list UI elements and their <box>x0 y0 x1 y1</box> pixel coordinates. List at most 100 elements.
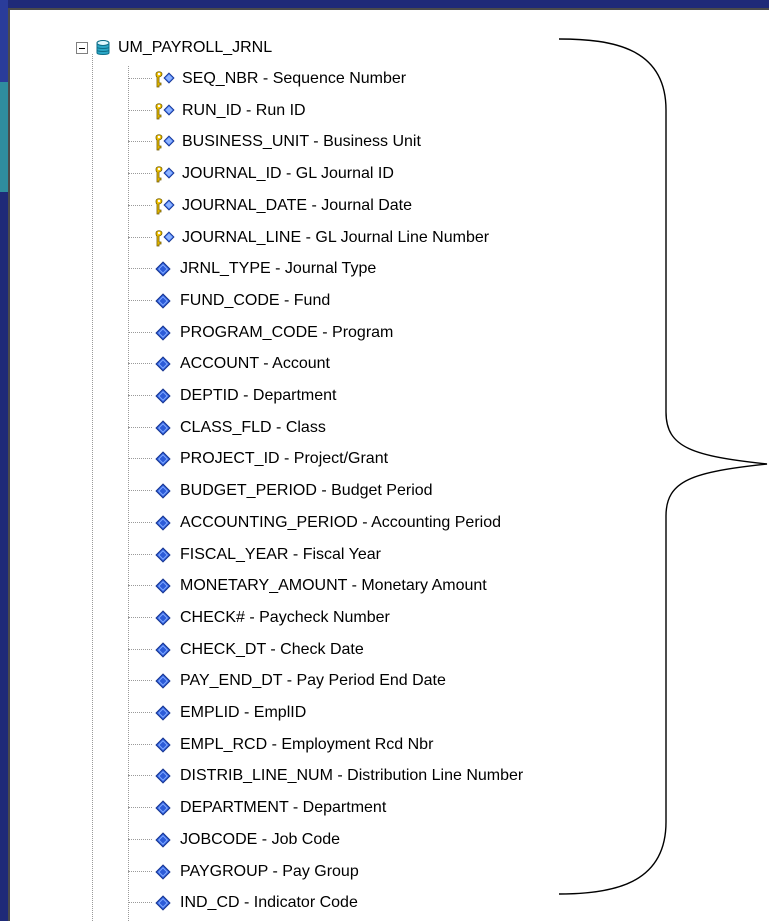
tree-row-label: EMPL_RCD - Employment Rcd Nbr <box>180 735 434 753</box>
tree-row[interactable]: RUN_ID - Run ID <box>128 100 306 122</box>
tree-row[interactable]: CLASS_FLD - Class <box>128 417 326 439</box>
tree-row-label: JOBCODE - Job Code <box>180 830 341 848</box>
tree-row-label: PAY_END_DT - Pay Period End Date <box>180 672 446 690</box>
tree-row[interactable]: EMPL_RCD - Employment Rcd Nbr <box>128 734 433 756</box>
tree-row-label: JRNL_TYPE - Journal Type <box>180 260 377 278</box>
window-frame-bottom-strip <box>0 192 8 921</box>
tree-branch-line <box>128 299 152 302</box>
tree-branch-line <box>128 838 152 841</box>
tree-branch-line <box>128 490 152 492</box>
tree-row-label: CHECK# - Paycheck Number <box>180 608 390 626</box>
tree-branch-line <box>128 268 152 270</box>
field-diamond-icon <box>155 483 171 499</box>
tree-row-label: JOURNAL_ID - GL Journal ID <box>182 165 394 183</box>
tree-root-row[interactable]: UM_PAYROLL_JRNL <box>76 38 272 58</box>
field-diamond-icon <box>155 705 171 721</box>
field-diamond-icon <box>155 673 171 689</box>
tree-branch-line <box>128 616 152 619</box>
tree-branch-line <box>128 743 152 746</box>
tree-row[interactable]: FISCAL_YEAR - Fiscal Year <box>128 544 381 566</box>
record-tree: UM_PAYROLL_JRNL SEQ_NBR - Sequence Numbe… <box>10 10 769 921</box>
tree-row-label: DEPTID - Department <box>180 387 337 404</box>
tree-row[interactable]: JOURNAL_ID - GL Journal ID <box>128 163 394 185</box>
tree-row-label: SEQ_NBR - Sequence Number <box>182 70 407 87</box>
collapse-minus-icon[interactable] <box>76 42 88 54</box>
key-field-icon <box>155 198 175 215</box>
tree-row-label: CLASS_FLD - Class <box>180 418 326 436</box>
tree-root-line <box>92 54 93 921</box>
field-diamond-icon <box>155 895 171 911</box>
tree-branch-line <box>128 775 152 777</box>
field-diamond-icon <box>155 515 171 531</box>
window-frame-top-strip <box>0 0 8 82</box>
tree-row-label: CHECK_DT - Check Date <box>180 640 364 658</box>
tree-row-label: JOURNAL_LINE - GL Journal Line Number <box>182 228 490 246</box>
tree-row[interactable]: BUDGET_PERIOD - Budget Period <box>128 480 433 502</box>
tree-branch-line <box>128 78 152 80</box>
tree-row-label: PROGRAM_CODE - Program <box>180 323 394 341</box>
tree-row[interactable]: JRNL_TYPE - Journal Type <box>128 258 376 280</box>
tree-row[interactable]: JOURNAL_DATE - Journal Date <box>128 195 412 217</box>
field-diamond-icon <box>155 451 171 468</box>
database-icon <box>96 40 110 55</box>
tree-row-label: PAYGROUP - Pay Group <box>180 862 359 880</box>
tree-row-label: ACCOUNT - Account <box>180 355 330 373</box>
tree-row[interactable]: FUND_CODE - Fund <box>128 290 330 312</box>
tree-row-label: DISTRIB_LINE_NUM - Distribution Line Num… <box>180 767 524 785</box>
tree-branch-line <box>128 109 152 112</box>
field-diamond-icon <box>155 610 171 626</box>
tree-branch-line <box>128 807 152 809</box>
tree-row[interactable]: CHECK_DT - Check Date <box>128 639 364 661</box>
tree-row[interactable]: IND_CD - Indicator Code <box>128 892 358 914</box>
tree-branch-line <box>128 395 152 397</box>
field-diamond-icon <box>155 388 171 404</box>
tree-branch-line <box>128 173 152 175</box>
tree-root-label: UM_PAYROLL_JRNL <box>118 39 273 56</box>
tree-row[interactable]: JOURNAL_LINE - GL Journal Line Number <box>128 227 489 249</box>
tree-row-label: EMPLID - EmplID <box>180 704 307 721</box>
tree-row-label: IND_CD - Indicator Code <box>180 894 358 912</box>
tree-row[interactable]: MONETARY_AMOUNT - Monetary Amount <box>128 575 487 597</box>
tree-row[interactable]: PAY_END_DT - Pay Period End Date <box>128 670 446 692</box>
tree-row[interactable]: JOBCODE - Job Code <box>128 829 340 851</box>
tree-row[interactable]: PROJECT_ID - Project/Grant <box>128 448 388 470</box>
tree-row-label: JOURNAL_DATE - Journal Date <box>182 196 412 214</box>
key-field-icon <box>155 71 175 88</box>
tree-branch-line <box>128 458 152 460</box>
tree-row-label: BUSINESS_UNIT - Business Unit <box>182 133 421 151</box>
field-diamond-icon <box>155 737 171 753</box>
field-diamond-icon <box>155 641 171 658</box>
tree-row-label: MONETARY_AMOUNT - Monetary Amount <box>180 577 487 595</box>
tree-row-label: PROJECT_ID - Project/Grant <box>180 450 389 468</box>
tree-row[interactable]: EMPLID - EmplID <box>128 702 306 724</box>
tree-row[interactable]: SEQ_NBR - Sequence Number <box>128 68 406 90</box>
tree-panel: UM_PAYROLL_JRNL SEQ_NBR - Sequence Numbe… <box>8 8 769 921</box>
tree-row[interactable]: ACCOUNT - Account <box>128 353 330 375</box>
window-frame-teal-strip <box>0 82 8 192</box>
tree-branch-line <box>128 331 152 334</box>
tree-row-label: FISCAL_YEAR - Fiscal Year <box>180 545 381 563</box>
field-diamond-icon <box>155 293 171 309</box>
tree-row-label: FUND_CODE - Fund <box>180 291 331 309</box>
tree-branch-line <box>128 585 152 587</box>
tree-row[interactable]: ACCOUNTING_PERIOD - Accounting Period <box>128 512 501 534</box>
tree-branch-line <box>128 521 152 524</box>
field-diamond-icon <box>155 578 171 594</box>
field-diamond-icon <box>155 356 171 372</box>
tree-row[interactable]: DEPARTMENT - Department <box>128 797 386 819</box>
tree-row[interactable]: DISTRIB_LINE_NUM - Distribution Line Num… <box>128 765 523 787</box>
tree-row[interactable]: CHECK# - Paycheck Number <box>128 607 390 629</box>
grouping-brace-icon <box>558 38 768 895</box>
tree-branch-line <box>128 553 152 556</box>
tree-row[interactable]: BUSINESS_UNIT - Business Unit <box>128 131 421 153</box>
tree-row[interactable]: PROGRAM_CODE - Program <box>128 322 393 344</box>
field-diamond-icon <box>155 832 171 848</box>
tree-row[interactable]: PAYGROUP - Pay Group <box>128 861 359 883</box>
field-diamond-icon <box>155 324 171 341</box>
tree-branch-line <box>128 426 152 429</box>
tree-row-label: BUDGET_PERIOD - Budget Period <box>180 482 433 500</box>
field-diamond-icon <box>155 261 171 277</box>
field-diamond-icon <box>155 800 171 816</box>
tree-row[interactable]: DEPTID - Department <box>128 385 336 407</box>
tree-branch-line <box>128 204 152 207</box>
